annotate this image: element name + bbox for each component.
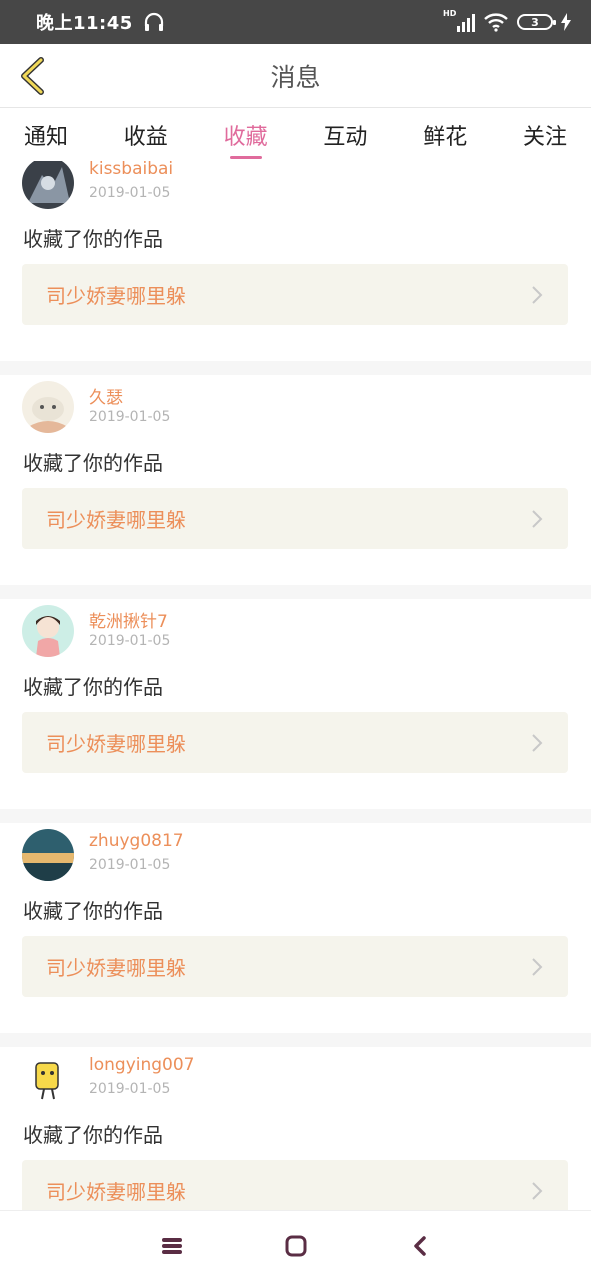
work-link[interactable]: 司少娇妻哪里躲 (22, 936, 568, 997)
message-text: 收藏了你的作品 (23, 675, 163, 699)
wifi-icon (484, 13, 508, 32)
message-date: 2019-01-05 (89, 185, 171, 201)
user-name[interactable]: 乾洲揪针7 (89, 607, 168, 632)
back-arrow-icon (21, 57, 44, 95)
message-text: 收藏了你的作品 (23, 899, 163, 923)
nav-back-button[interactable] (406, 1232, 434, 1260)
back-button[interactable] (12, 56, 52, 96)
message-text: 收藏了你的作品 (23, 227, 163, 251)
avatar[interactable] (22, 381, 74, 433)
charging-icon (561, 13, 571, 31)
avatar[interactable] (22, 161, 74, 209)
page-title: 消息 (270, 62, 321, 92)
work-title: 司少娇妻哪里躲 (46, 1180, 186, 1204)
message-date: 2019-01-05 (89, 857, 171, 873)
message-date: 2019-01-05 (89, 1081, 171, 1097)
work-link[interactable]: 司少娇妻哪里躲 (22, 488, 568, 549)
menu-icon (161, 1237, 182, 1254)
message-item: longying007 2019-01-05 收藏了你的作品 司少娇妻哪里躲 (0, 1047, 591, 1210)
user-name[interactable]: 久瑟 (89, 383, 123, 408)
message-date: 2019-01-05 (89, 633, 171, 649)
work-link[interactable]: 司少娇妻哪里躲 (22, 264, 568, 325)
message-list[interactable]: kissbaibai 2019-01-05 收藏了你的作品 司少娇妻哪里躲 久瑟… (0, 161, 591, 1210)
message-item: 久瑟 2019-01-05 收藏了你的作品 司少娇妻哪里躲 (0, 375, 591, 585)
user-name[interactable]: zhuyg0817 (89, 831, 184, 851)
tab-flowers[interactable]: 鲜花 (423, 109, 467, 161)
status-bar: 晚上11:45 HD 3 (0, 0, 591, 44)
chevron-right-icon (532, 733, 543, 752)
chevron-right-icon (532, 1181, 543, 1200)
tab-earnings[interactable]: 收益 (124, 109, 168, 161)
avatar[interactable] (22, 829, 74, 881)
chevron-right-icon (532, 509, 543, 528)
work-title: 司少娇妻哪里躲 (46, 732, 186, 756)
user-name[interactable]: longying007 (89, 1055, 195, 1075)
tab-interactions[interactable]: 互动 (323, 109, 367, 161)
message-text: 收藏了你的作品 (23, 451, 163, 475)
tab-notifications[interactable]: 通知 (24, 109, 68, 161)
title-bar: 消息 (0, 44, 591, 108)
battery-icon: 3 (517, 14, 556, 30)
work-link[interactable]: 司少娇妻哪里躲 (22, 712, 568, 773)
tab-follows[interactable]: 关注 (523, 109, 567, 161)
work-title: 司少娇妻哪里躲 (46, 956, 186, 980)
status-time: 晚上11:45 (36, 13, 133, 34)
home-button[interactable] (282, 1232, 310, 1260)
avatar[interactable] (22, 1053, 74, 1105)
message-text: 收藏了你的作品 (23, 1123, 163, 1147)
chevron-right-icon (532, 285, 543, 304)
message-date: 2019-01-05 (89, 409, 171, 425)
menu-button[interactable] (158, 1232, 186, 1260)
signal-icon: HD (443, 9, 475, 32)
user-name[interactable]: kissbaibai (89, 161, 173, 179)
system-nav-bar (0, 1210, 591, 1280)
tab-bar: 通知 收益 收藏 互动 鲜花 关注 (0, 109, 591, 161)
work-link[interactable]: 司少娇妻哪里躲 (22, 1160, 568, 1210)
work-title: 司少娇妻哪里躲 (46, 284, 186, 308)
battery-level: 3 (531, 15, 539, 29)
avatar[interactable] (22, 605, 74, 657)
message-item: zhuyg0817 2019-01-05 收藏了你的作品 司少娇妻哪里躲 (0, 823, 591, 1033)
back-icon (413, 1235, 426, 1256)
message-item: 乾洲揪针7 2019-01-05 收藏了你的作品 司少娇妻哪里躲 (0, 599, 591, 809)
message-item: kissbaibai 2019-01-05 收藏了你的作品 司少娇妻哪里躲 (0, 161, 591, 361)
headset-icon (144, 12, 163, 31)
tab-favorites[interactable]: 收藏 (224, 109, 268, 161)
chevron-right-icon (532, 957, 543, 976)
active-tab-indicator (229, 156, 262, 159)
work-title: 司少娇妻哪里躲 (46, 508, 186, 532)
home-icon (285, 1235, 306, 1256)
